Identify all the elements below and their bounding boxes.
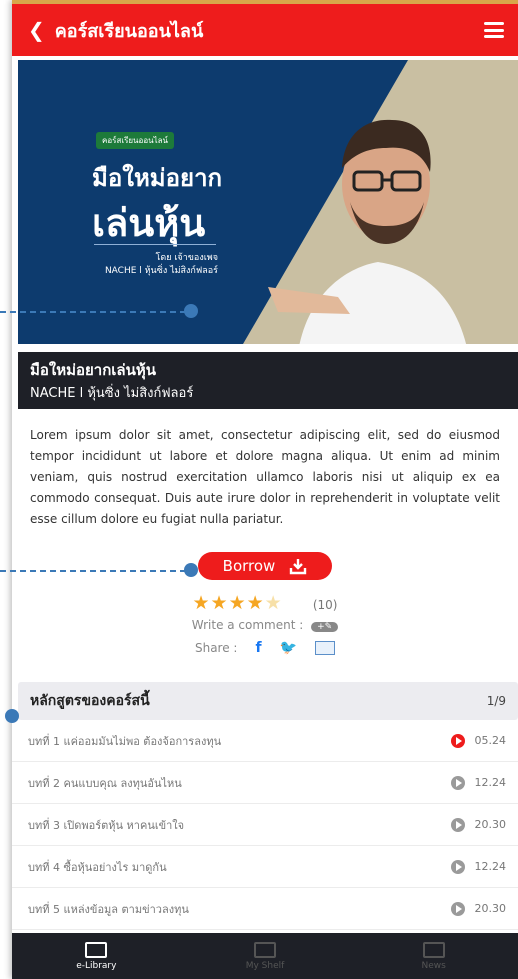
twitter-icon[interactable]: 🐦 <box>280 640 297 656</box>
lesson-time: 12.24 <box>474 776 507 789</box>
course-badge: คอร์สเรียนออนไลน์ <box>96 132 174 149</box>
lesson-time: 05.24 <box>474 734 507 747</box>
borrow-label: Borrow <box>222 557 276 575</box>
mail-icon[interactable] <box>315 641 336 655</box>
cover-by-line1: โดย เจ้าของเพจ <box>155 253 218 263</box>
tab-news[interactable]: News <box>349 933 518 979</box>
lesson-title: บทที่ 4 ซื้อหุ้นอย่างไร มาดูกัน <box>28 860 167 874</box>
share-label: Share : <box>194 641 238 655</box>
rating-count: (10) <box>312 598 338 612</box>
top-bar: ❮ คอร์สเรียนออนไลน์ <box>12 0 518 56</box>
cover-by-line2: NACHE l หุ้นซิ่ง ไม่สิงก์ฟลอร์ <box>104 266 218 276</box>
course-title: มือใหม่อยากเล่นหุ้น <box>30 361 157 379</box>
bottom-nav: e-Library My Shelf News <box>12 933 518 979</box>
lesson-list: บทที่ 1 แค่ออมมันไม่พอ ต้องจ้อการลงทุน 0… <box>12 720 518 930</box>
lesson-time: 12.24 <box>474 860 507 873</box>
lesson-row[interactable]: บทที่ 2 คนแบบคุณ ลงทุนอันไหน 12.24 <box>12 762 518 804</box>
star-rating[interactable]: ★★★★★ <box>193 592 283 614</box>
annotation-curriculum <box>0 709 24 723</box>
play-icon[interactable] <box>450 859 465 874</box>
news-icon <box>422 941 445 958</box>
annotation-borrow <box>0 563 200 577</box>
play-icon[interactable] <box>450 733 465 748</box>
curriculum-page: 1/9 <box>486 694 506 708</box>
lesson-row[interactable]: บทที่ 3 เปิดพอร์ตหุ้น หาคนเข้าใจ 20.30 <box>12 804 518 846</box>
tab-my-shelf[interactable]: My Shelf <box>181 933 350 979</box>
borrow-button[interactable]: Borrow <box>198 552 332 580</box>
annotation-cover <box>0 304 200 318</box>
play-icon[interactable] <box>450 775 465 790</box>
write-comment[interactable]: Write a comment : +✎ <box>12 618 518 632</box>
curriculum-heading: หลักสูตรของคอร์สนี้ <box>30 693 150 709</box>
lesson-title: บทที่ 2 คนแบบคุณ ลงทุนอันไหน <box>28 776 182 790</box>
lesson-time: 20.30 <box>474 818 507 831</box>
chevron-left-icon[interactable]: ❮ <box>28 18 45 42</box>
course-cover-image: คอร์สเรียนออนไลน์ มือใหม่อยาก เล่นหุ้น โ… <box>18 60 518 344</box>
hamburger-icon[interactable] <box>484 22 504 38</box>
tab-e-library[interactable]: e-Library <box>12 933 181 979</box>
lesson-time: 20.30 <box>474 902 507 915</box>
edit-icon[interactable]: +✎ <box>311 622 339 632</box>
facebook-icon[interactable]: f <box>255 640 261 656</box>
book-open-icon <box>85 941 108 958</box>
lesson-title: บทที่ 3 เปิดพอร์ตหุ้น หาคนเข้าใจ <box>28 818 185 832</box>
course-caption: มือใหม่อยากเล่นหุ้น NACHE l หุ้นซิ่ง ไม่… <box>18 352 518 409</box>
lesson-row[interactable]: บทที่ 4 ซื้อหุ้นอย่างไร มาดูกัน 12.24 <box>12 846 518 888</box>
play-icon[interactable] <box>450 901 465 916</box>
lesson-row[interactable]: บทที่ 5 แหล่งข้อมูล ตามข่าวลงทุน 20.30 <box>12 888 518 930</box>
shelf-icon <box>254 941 276 958</box>
lesson-title: บทที่ 5 แหล่งข้อมูล ตามข่าวลงทุน <box>28 902 189 916</box>
lesson-row[interactable]: บทที่ 1 แค่ออมมันไม่พอ ต้องจ้อการลงทุน 0… <box>12 720 518 762</box>
download-icon <box>290 559 307 575</box>
play-icon[interactable] <box>450 817 465 832</box>
lesson-title: บทที่ 1 แค่ออมมันไม่พอ ต้องจ้อการลงทุน <box>28 734 222 748</box>
rating-row: ★★★★★ (10) <box>12 592 518 614</box>
page-title: คอร์สเรียนออนไลน์ <box>54 20 204 42</box>
instructor-photo <box>268 119 466 344</box>
course-author: NACHE l หุ้นซิ่ง ไม่สิงก์ฟลอร์ <box>30 386 194 401</box>
share-row: Share : f 🐦 <box>12 640 518 656</box>
course-description: Lorem ipsum dolor sit amet, consectetur … <box>30 428 500 526</box>
app-screen: ❮ คอร์สเรียนออนไลน์ คอร์สเรียนออนไลน์ มื… <box>12 0 518 979</box>
curriculum-header: หลักสูตรของคอร์สนี้ 1/9 <box>18 682 518 720</box>
